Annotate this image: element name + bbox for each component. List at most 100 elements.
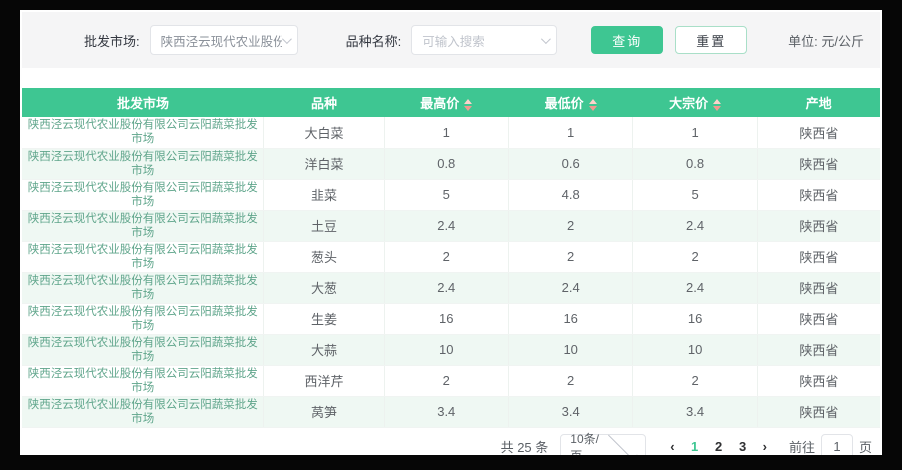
cell-origin: 陕西省 (757, 272, 880, 303)
reset-button[interactable]: 重置 (675, 26, 747, 54)
page: 批发市场: 陕西泾云现代农业股份... 品种名称: 可输入搜索 查询 重置 单位… (20, 10, 882, 455)
cell-bulk: 2 (633, 241, 757, 272)
sort-caret-icon[interactable] (464, 99, 472, 111)
chevron-down-icon (608, 430, 637, 455)
table-row: 陕西泾云现代农业股份有限公司云阳蔬菜批发市场大蒜101010陕西省 (22, 334, 880, 365)
cell-low: 2 (508, 241, 632, 272)
cell-origin: 陕西省 (757, 210, 880, 241)
goto-page-input[interactable]: 1 (821, 434, 853, 456)
column-header-label: 最低价 (545, 96, 584, 111)
cell-variety: 生姜 (264, 303, 384, 334)
column-header-label: 大宗价 (669, 96, 708, 111)
cell-high: 5 (384, 179, 508, 210)
cell-variety: 西洋芹 (264, 365, 384, 396)
price-table: 批发市场 品种 最高价 最低价 大宗价 产地 陕西泾云现代农业股份有限公司云阳蔬菜批发市场… (22, 88, 880, 428)
cell-bulk: 2.4 (633, 272, 757, 303)
table-row: 陕西泾云现代农业股份有限公司云阳蔬菜批发市场土豆2.422.4陕西省 (22, 210, 880, 241)
table-row: 陕西泾云现代农业股份有限公司云阳蔬菜批发市场大葱2.42.42.4陕西省 (22, 272, 880, 303)
cell-high: 2 (384, 365, 508, 396)
goto-label: 前往 (789, 437, 815, 455)
cell-low: 2 (508, 365, 632, 396)
cell-variety: 大蒜 (264, 334, 384, 365)
cell-origin: 陕西省 (757, 117, 880, 148)
cell-bulk: 5 (633, 179, 757, 210)
sort-caret-icon[interactable] (713, 99, 721, 111)
cell-variety: 大白菜 (264, 117, 384, 148)
market-select[interactable]: 陕西泾云现代农业股份... (150, 25, 298, 55)
table-row: 陕西泾云现代农业股份有限公司云阳蔬菜批发市场西洋芹222陕西省 (22, 365, 880, 396)
cell-origin: 陕西省 (757, 303, 880, 334)
cell-market: 陕西泾云现代农业股份有限公司云阳蔬菜批发市场 (22, 396, 264, 427)
cell-variety: 土豆 (264, 210, 384, 241)
table-row: 陕西泾云现代农业股份有限公司云阳蔬菜批发市场洋白菜0.80.60.8陕西省 (22, 148, 880, 179)
cell-high: 2.4 (384, 210, 508, 241)
prev-page-icon[interactable]: ‹ (662, 439, 682, 454)
column-header-label: 品种 (311, 96, 337, 111)
page-number-2[interactable]: 2 (707, 439, 731, 454)
unit-label: 单位: 元/公斤 (788, 31, 864, 50)
cell-bulk: 10 (633, 334, 757, 365)
variety-select-placeholder: 可输入搜索 (422, 31, 541, 50)
table-header: 批发市场 品种 最高价 最低价 大宗价 产地 (22, 88, 880, 117)
cell-origin: 陕西省 (757, 396, 880, 427)
cell-market: 陕西泾云现代农业股份有限公司云阳蔬菜批发市场 (22, 303, 264, 334)
cell-low: 1 (508, 117, 632, 148)
cell-bulk: 1 (633, 117, 757, 148)
cell-high: 2 (384, 241, 508, 272)
sort-caret-icon[interactable] (589, 99, 597, 111)
query-button[interactable]: 查询 (591, 26, 663, 54)
page-size-value: 10条/页 (570, 430, 604, 456)
cell-origin: 陕西省 (757, 365, 880, 396)
cell-bulk: 2.4 (633, 210, 757, 241)
chevron-down-icon (282, 34, 292, 44)
page-number-1[interactable]: 1 (683, 439, 707, 454)
column-header-2[interactable]: 最高价 (384, 88, 508, 117)
column-header-label: 产地 (806, 96, 832, 111)
table-row: 陕西泾云现代农业股份有限公司云阳蔬菜批发市场大白菜111陕西省 (22, 117, 880, 148)
table-row: 陕西泾云现代农业股份有限公司云阳蔬菜批发市场生姜161616陕西省 (22, 303, 880, 334)
table-row: 陕西泾云现代农业股份有限公司云阳蔬菜批发市场葱头222陕西省 (22, 241, 880, 272)
column-header-label: 批发市场 (117, 96, 169, 111)
cell-origin: 陕西省 (757, 241, 880, 272)
cell-market: 陕西泾云现代农业股份有限公司云阳蔬菜批发市场 (22, 241, 264, 272)
cell-origin: 陕西省 (757, 334, 880, 365)
cell-market: 陕西泾云现代农业股份有限公司云阳蔬菜批发市场 (22, 117, 264, 148)
next-page-icon[interactable]: › (755, 439, 775, 454)
cell-low: 2.4 (508, 272, 632, 303)
cell-market: 陕西泾云现代农业股份有限公司云阳蔬菜批发市场 (22, 334, 264, 365)
cell-variety: 洋白菜 (264, 148, 384, 179)
cell-low: 2 (508, 210, 632, 241)
cell-origin: 陕西省 (757, 179, 880, 210)
cell-market: 陕西泾云现代农业股份有限公司云阳蔬菜批发市场 (22, 210, 264, 241)
page-number-3[interactable]: 3 (731, 439, 755, 454)
column-header-label: 最高价 (420, 96, 459, 111)
cell-origin: 陕西省 (757, 148, 880, 179)
cell-low: 4.8 (508, 179, 632, 210)
cell-bulk: 2 (633, 365, 757, 396)
market-select-value: 陕西泾云现代农业股份... (161, 31, 282, 50)
cell-variety: 大葱 (264, 272, 384, 303)
cell-high: 10 (384, 334, 508, 365)
cell-variety: 韭菜 (264, 179, 384, 210)
market-filter-label: 批发市场: (84, 31, 140, 50)
cell-low: 10 (508, 334, 632, 365)
page-size-select[interactable]: 10条/页 (560, 434, 646, 456)
column-header-0: 批发市场 (22, 88, 264, 117)
cell-bulk: 16 (633, 303, 757, 334)
variety-select[interactable]: 可输入搜索 (411, 25, 557, 55)
column-header-3[interactable]: 最低价 (508, 88, 632, 117)
filter-bar: 批发市场: 陕西泾云现代农业股份... 品种名称: 可输入搜索 查询 重置 单位… (22, 12, 880, 68)
cell-low: 3.4 (508, 396, 632, 427)
cell-market: 陕西泾云现代农业股份有限公司云阳蔬菜批发市场 (22, 272, 264, 303)
cell-high: 3.4 (384, 396, 508, 427)
cell-high: 2.4 (384, 272, 508, 303)
column-header-1: 品种 (264, 88, 384, 117)
cell-high: 16 (384, 303, 508, 334)
pagination: 共 25 条 10条/页 ‹ 123 › 前往 1 页 (20, 434, 872, 456)
cell-low: 0.6 (508, 148, 632, 179)
cell-high: 1 (384, 117, 508, 148)
cell-variety: 葱头 (264, 241, 384, 272)
cell-variety: 莴笋 (264, 396, 384, 427)
column-header-4[interactable]: 大宗价 (633, 88, 757, 117)
pagination-total: 共 25 条 (501, 437, 549, 455)
